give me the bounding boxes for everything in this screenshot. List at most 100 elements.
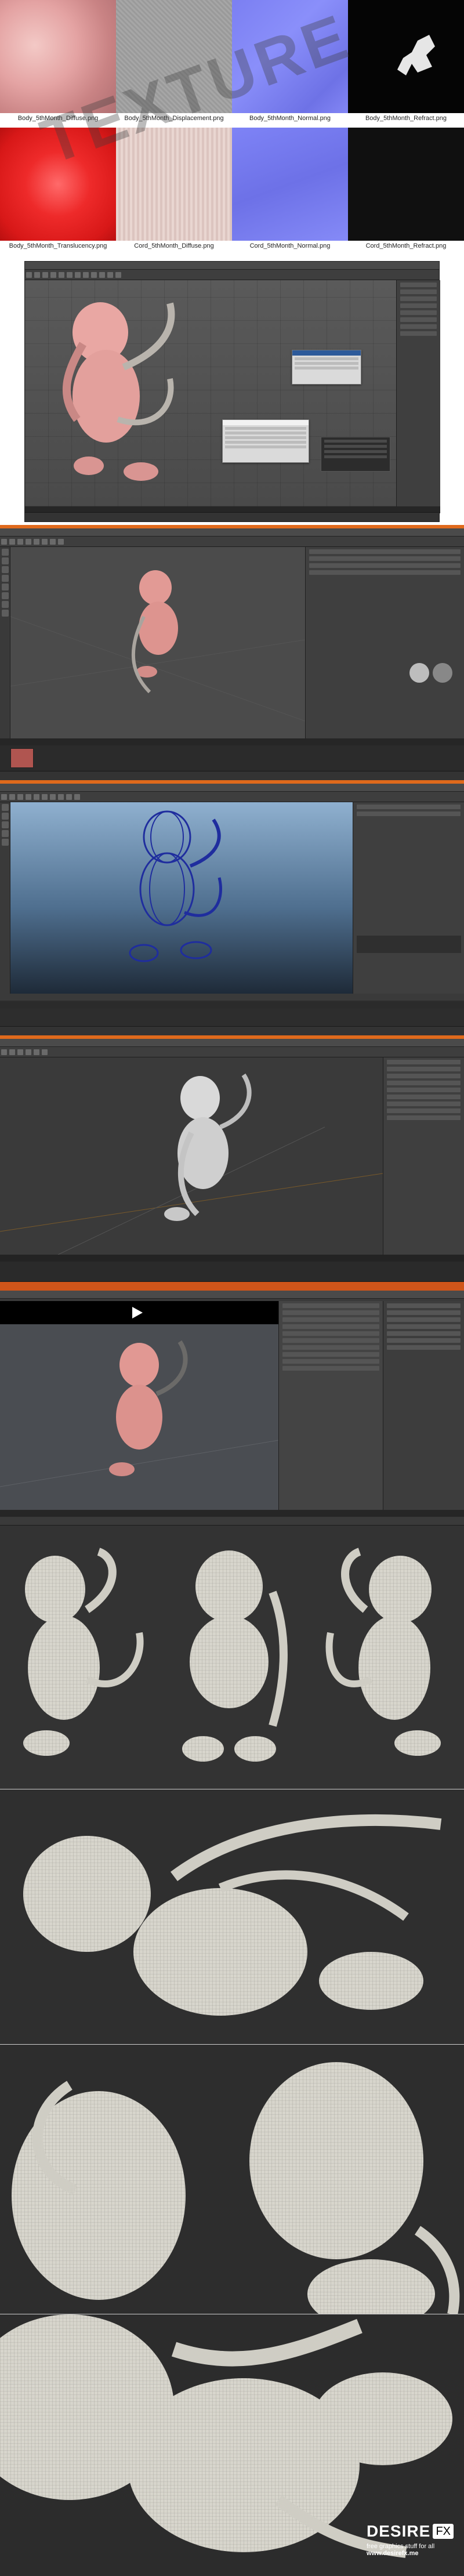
panel-row[interactable] [387, 1331, 461, 1336]
viewport[interactable] [0, 1057, 383, 1255]
panel-row[interactable] [282, 1331, 379, 1336]
toolbar-button[interactable] [50, 539, 56, 545]
tool-icon[interactable] [2, 566, 9, 573]
material-preview-sphere[interactable] [409, 663, 429, 683]
dialog-title-bar[interactable] [292, 350, 361, 356]
toolbar-button[interactable] [26, 272, 32, 278]
panel-row[interactable] [387, 1115, 461, 1120]
toolbar-button[interactable] [115, 272, 121, 278]
panel-row[interactable] [282, 1310, 379, 1315]
timeline[interactable] [0, 738, 464, 745]
toolbar-button[interactable] [26, 1049, 31, 1055]
toolbar-button[interactable] [107, 272, 113, 278]
shelf-toolbar[interactable] [0, 792, 464, 802]
viewport[interactable] [25, 280, 396, 506]
panel-row[interactable] [387, 1108, 461, 1113]
panel-row[interactable] [282, 1366, 379, 1371]
panel-row[interactable] [400, 289, 437, 294]
main-toolbar[interactable] [25, 270, 439, 280]
play-icon[interactable] [132, 1307, 143, 1318]
layer-editor[interactable] [357, 936, 461, 953]
panel-row[interactable] [387, 1081, 461, 1085]
toolbar-button[interactable] [34, 272, 40, 278]
viewport[interactable] [10, 547, 305, 738]
tool-icon[interactable] [2, 839, 9, 846]
panel-row[interactable] [309, 563, 461, 568]
panel-row[interactable] [400, 317, 437, 322]
toolbar-button[interactable] [42, 1049, 48, 1055]
viewport[interactable] [0, 1324, 278, 1510]
tool-icon[interactable] [2, 575, 9, 582]
panel-row[interactable] [282, 1324, 379, 1329]
tool-icon[interactable] [2, 592, 9, 599]
material-thumbnail[interactable] [10, 748, 34, 768]
panel-row[interactable] [309, 570, 461, 575]
panel-row[interactable] [387, 1324, 461, 1329]
tool-icon[interactable] [2, 584, 9, 590]
panel-row[interactable] [400, 324, 437, 329]
panel-row[interactable] [387, 1338, 461, 1343]
toolbar-button[interactable] [17, 794, 23, 800]
toolbar-button[interactable] [17, 1049, 23, 1055]
panel-row[interactable] [282, 1359, 379, 1364]
timeline[interactable] [0, 1255, 464, 1262]
properties-panel[interactable] [383, 1057, 464, 1255]
panel-row[interactable] [387, 1088, 461, 1092]
toolbar-button[interactable] [17, 539, 23, 545]
viewport[interactable] [10, 802, 353, 994]
timeline[interactable] [0, 994, 464, 1001]
panel-row[interactable] [282, 1338, 379, 1343]
tool-icon[interactable] [2, 549, 9, 556]
range-slider[interactable] [0, 1002, 464, 1009]
panel-row[interactable] [387, 1095, 461, 1099]
toolbar-button[interactable] [59, 272, 64, 278]
toolbar-button[interactable] [9, 1049, 15, 1055]
panel-row[interactable] [387, 1060, 461, 1064]
toolbar-button[interactable] [26, 794, 31, 800]
menu-bar[interactable] [0, 1291, 464, 1299]
panel-row[interactable] [387, 1310, 461, 1315]
tool-palette[interactable] [0, 547, 10, 738]
tool-icon[interactable] [2, 610, 9, 617]
panel-row[interactable] [357, 811, 461, 816]
tool-icon[interactable] [2, 821, 9, 828]
toolbar-button[interactable] [99, 272, 105, 278]
panel-row[interactable] [282, 1303, 379, 1308]
toolbar-button[interactable] [42, 794, 48, 800]
panel-row[interactable] [282, 1345, 379, 1350]
toolbar-button[interactable] [34, 794, 39, 800]
panel-row[interactable] [309, 549, 461, 554]
tool-palette[interactable] [0, 802, 10, 994]
properties-panel[interactable] [383, 1301, 464, 1510]
menu-bar[interactable] [25, 262, 439, 270]
panel-row[interactable] [282, 1352, 379, 1357]
toolbar-button[interactable] [9, 794, 15, 800]
toolbar-button[interactable] [9, 539, 15, 545]
object-manager[interactable] [305, 547, 464, 738]
tool-icon[interactable] [2, 813, 9, 820]
scene-explorer[interactable] [321, 437, 390, 472]
tool-icon[interactable] [2, 557, 9, 564]
panel-row[interactable] [387, 1345, 461, 1350]
toolbar-button[interactable] [66, 794, 72, 800]
menu-bar[interactable] [0, 1039, 464, 1047]
tool-icon[interactable] [2, 804, 9, 811]
toolbar-button[interactable] [26, 539, 31, 545]
toolbar-button[interactable] [1, 1049, 7, 1055]
video-preview[interactable] [0, 1301, 278, 1324]
header-toolbar[interactable] [0, 1047, 464, 1057]
panel-row[interactable] [282, 1317, 379, 1322]
panel-row[interactable] [309, 556, 461, 561]
toolbar-button[interactable] [67, 272, 72, 278]
panel-row[interactable] [387, 1067, 461, 1071]
toolbar-button[interactable] [34, 539, 39, 545]
toolbar-button[interactable] [1, 539, 7, 545]
channel-box[interactable] [353, 802, 464, 994]
toolbar-button[interactable] [50, 794, 56, 800]
toolbar-button[interactable] [74, 794, 80, 800]
panel-row[interactable] [357, 805, 461, 809]
panel-row[interactable] [400, 310, 437, 315]
menu-bar[interactable] [0, 528, 464, 537]
panel-row[interactable] [400, 296, 437, 301]
toolbar-button[interactable] [42, 272, 48, 278]
